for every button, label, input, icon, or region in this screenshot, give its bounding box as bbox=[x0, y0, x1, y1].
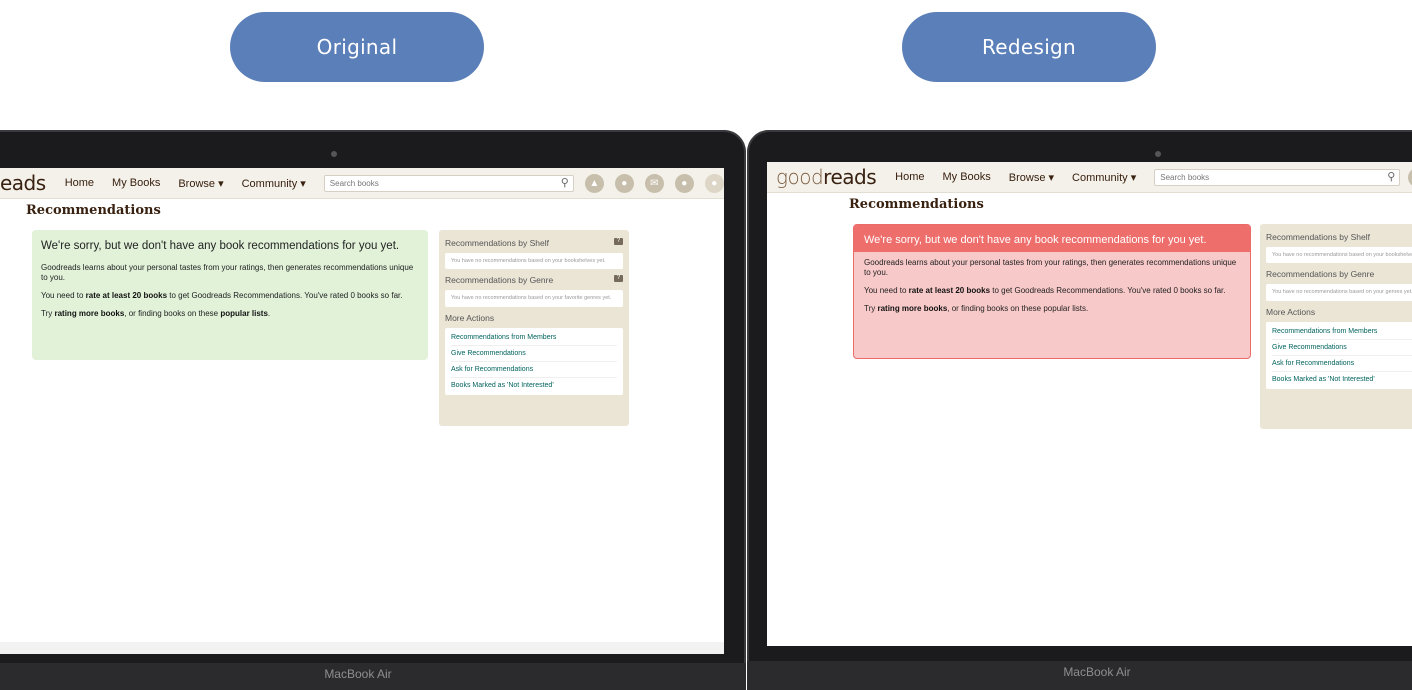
screen-original: eads Home My Books Browse ▾ Community ▾ … bbox=[0, 168, 724, 654]
avatar[interactable]: ● bbox=[704, 173, 724, 193]
rating-more-books-link[interactable]: rating more books bbox=[877, 304, 947, 313]
shelf-empty-text: You have no recommendations based on you… bbox=[1266, 247, 1412, 264]
link-ask-for-recommendations[interactable]: Ask for Recommendations bbox=[1272, 356, 1412, 372]
laptop-original: eads Home My Books Browse ▾ Community ▾ … bbox=[0, 130, 746, 690]
rating-more-books-link[interactable]: rating more books bbox=[54, 309, 124, 318]
nav-my-books[interactable]: My Books bbox=[112, 177, 160, 189]
search-placeholder: Search books bbox=[329, 178, 379, 188]
message-paragraph-2: You need to rate at least 20 books to ge… bbox=[41, 291, 403, 300]
goodreads-logo[interactable]: eads bbox=[0, 171, 46, 195]
friends-icon[interactable]: ● bbox=[614, 173, 634, 193]
nav-community[interactable]: Community ▾ bbox=[242, 177, 306, 190]
no-recommendations-message: We're sorry, but we don't have any book … bbox=[853, 224, 1251, 359]
shelf-heading: Recommendations by Shelf bbox=[1266, 232, 1370, 242]
message-title: We're sorry, but we don't have any book … bbox=[854, 225, 1250, 252]
search-icon[interactable]: ⚲ bbox=[561, 176, 569, 189]
page-title: Recommendations bbox=[849, 197, 984, 212]
link-recommendations-from-members[interactable]: Recommendations from Members bbox=[451, 330, 617, 346]
search-icon[interactable]: ⚲ bbox=[1387, 170, 1395, 183]
community-icon[interactable]: ● bbox=[674, 173, 694, 193]
nav-my-books[interactable]: My Books bbox=[942, 171, 990, 183]
more-actions-heading: More Actions bbox=[445, 312, 495, 323]
rate-books-link[interactable]: rate at least 20 books bbox=[909, 286, 990, 295]
screen-redesign: goodreads Home My Books Browse ▾ Communi… bbox=[767, 162, 1412, 646]
notifications-icon[interactable]: ▲ bbox=[584, 173, 604, 193]
more-actions-list: Recommendations from Members Give Recomm… bbox=[445, 327, 623, 395]
search-input[interactable]: Search books ⚲ bbox=[323, 174, 574, 192]
popular-lists-link[interactable]: popular lists bbox=[220, 309, 268, 318]
recommendations-sidebar: Recommendations by Shelf You have no rec… bbox=[1260, 224, 1412, 429]
search-input[interactable]: Search books ⚲ bbox=[1154, 168, 1401, 186]
help-icon[interactable]: ? bbox=[614, 238, 623, 245]
message-paragraph-3: Try rating more books, or finding books … bbox=[41, 309, 271, 318]
camera-icon bbox=[1155, 151, 1161, 157]
message-paragraph-2: You need to rate at least 20 books to ge… bbox=[864, 286, 1226, 295]
laptop-chin: MacBook Air bbox=[0, 663, 746, 690]
messages-icon[interactable]: ✉ bbox=[644, 173, 664, 193]
nav-browse[interactable]: Browse ▾ bbox=[178, 177, 223, 190]
genre-empty-text: You have no recommendations based on you… bbox=[445, 290, 623, 307]
nav-community[interactable]: Community ▾ bbox=[1072, 171, 1136, 184]
redesign-label-pill: Redesign bbox=[902, 12, 1156, 82]
shelf-empty-text: You have no recommendations based on you… bbox=[445, 253, 623, 270]
help-icon[interactable]: ? bbox=[614, 275, 623, 283]
original-label-pill: Original bbox=[230, 12, 484, 82]
genre-heading: Recommendations by Genre bbox=[1266, 269, 1375, 280]
page-title: Recommendations bbox=[26, 203, 161, 218]
genre-empty-text: You have no recommendations based on you… bbox=[1266, 284, 1412, 301]
no-recommendations-message: We're sorry, but we don't have any book … bbox=[32, 230, 428, 360]
link-give-recommendations[interactable]: Give Recommendations bbox=[451, 346, 617, 362]
notifications-icon[interactable]: ▲ bbox=[1408, 167, 1412, 187]
nav-browse[interactable]: Browse ▾ bbox=[1009, 171, 1054, 184]
rate-books-link[interactable]: rate at least 20 books bbox=[86, 291, 167, 300]
link-give-recommendations[interactable]: Give Recommendations bbox=[1272, 340, 1412, 356]
message-title: We're sorry, but we don't have any book … bbox=[41, 240, 400, 252]
goodreads-logo[interactable]: goodreads bbox=[776, 165, 877, 189]
message-paragraph-1: Goodreads learns about your personal tas… bbox=[864, 258, 1237, 277]
site-header: eads Home My Books Browse ▾ Community ▾ … bbox=[0, 168, 724, 199]
nav-home[interactable]: Home bbox=[65, 177, 94, 189]
nav-home[interactable]: Home bbox=[895, 171, 924, 183]
more-actions-heading: More Actions bbox=[1266, 306, 1316, 317]
message-paragraph-1: Goodreads learns about your personal tas… bbox=[41, 263, 414, 282]
link-recommendations-from-members[interactable]: Recommendations from Members bbox=[1272, 324, 1412, 340]
more-actions-list: Recommendations from Members Give Recomm… bbox=[1266, 321, 1412, 389]
search-placeholder: Search books bbox=[1160, 172, 1210, 182]
link-ask-for-recommendations[interactable]: Ask for Recommendations bbox=[451, 362, 617, 378]
recommendations-sidebar: Recommendations by Shelf? You have no re… bbox=[439, 230, 629, 426]
shelf-heading: Recommendations by Shelf bbox=[445, 238, 549, 248]
footer-bar bbox=[0, 642, 724, 654]
link-not-interested[interactable]: Books Marked as 'Not Interested' bbox=[451, 378, 617, 393]
site-header: goodreads Home My Books Browse ▾ Communi… bbox=[767, 162, 1412, 193]
genre-heading: Recommendations by Genre bbox=[445, 275, 554, 286]
link-not-interested[interactable]: Books Marked as 'Not Interested' bbox=[1272, 372, 1412, 387]
message-paragraph-3: Try rating more books, or finding books … bbox=[864, 304, 1089, 313]
laptop-redesign: goodreads Home My Books Browse ▾ Communi… bbox=[747, 130, 1412, 690]
camera-icon bbox=[331, 151, 337, 157]
